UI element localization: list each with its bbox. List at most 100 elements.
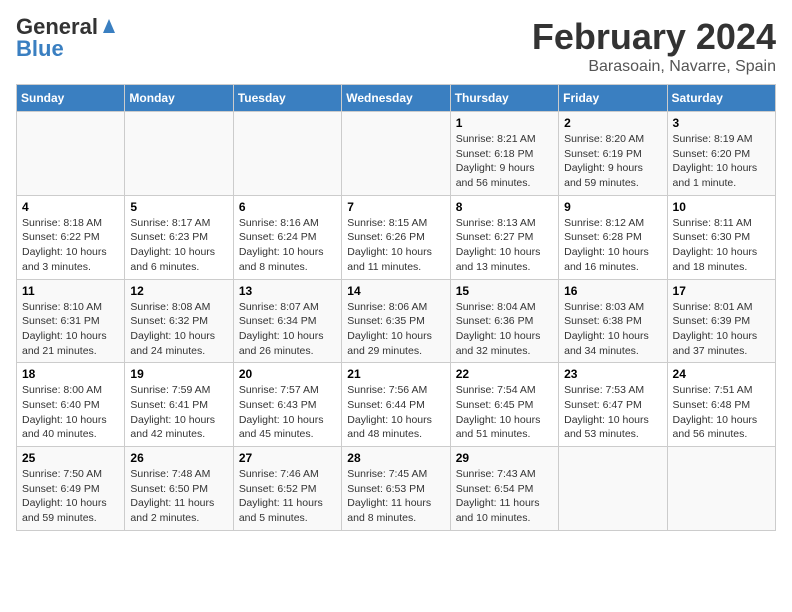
calendar-cell: 6 Sunrise: 8:16 AM Sunset: 6:24 PM Daylig… — [233, 195, 341, 279]
day-number: 9 — [564, 200, 661, 214]
day-info: Sunrise: 8:17 AM Sunset: 6:23 PM Dayligh… — [130, 216, 227, 275]
title-area: February 2024 Barasoain, Navarre, Spain — [532, 16, 776, 76]
day-number: 28 — [347, 451, 444, 465]
day-info: Sunrise: 8:10 AM Sunset: 6:31 PM Dayligh… — [22, 300, 119, 359]
day-info: Sunrise: 8:01 AM Sunset: 6:39 PM Dayligh… — [673, 300, 770, 359]
column-header-saturday: Saturday — [667, 85, 775, 112]
day-number: 11 — [22, 284, 119, 298]
calendar-cell: 25 Sunrise: 7:50 AM Sunset: 6:49 PM Dayli… — [17, 447, 125, 531]
day-info: Sunrise: 8:04 AM Sunset: 6:36 PM Dayligh… — [456, 300, 553, 359]
day-info: Sunrise: 7:48 AM Sunset: 6:50 PM Dayligh… — [130, 467, 227, 526]
day-number: 3 — [673, 116, 770, 130]
column-header-sunday: Sunday — [17, 85, 125, 112]
column-header-tuesday: Tuesday — [233, 85, 341, 112]
day-info: Sunrise: 8:18 AM Sunset: 6:22 PM Dayligh… — [22, 216, 119, 275]
calendar-cell: 1 Sunrise: 8:21 AM Sunset: 6:18 PM Daylig… — [450, 112, 558, 196]
day-number: 8 — [456, 200, 553, 214]
calendar-table: SundayMondayTuesdayWednesdayThursdayFrid… — [16, 84, 776, 531]
day-number: 16 — [564, 284, 661, 298]
column-header-monday: Monday — [125, 85, 233, 112]
day-info: Sunrise: 8:20 AM Sunset: 6:19 PM Dayligh… — [564, 132, 661, 191]
day-info: Sunrise: 7:56 AM Sunset: 6:44 PM Dayligh… — [347, 383, 444, 442]
calendar-cell: 26 Sunrise: 7:48 AM Sunset: 6:50 PM Dayli… — [125, 447, 233, 531]
day-number: 6 — [239, 200, 336, 214]
day-info: Sunrise: 8:07 AM Sunset: 6:34 PM Dayligh… — [239, 300, 336, 359]
day-number: 27 — [239, 451, 336, 465]
day-info: Sunrise: 7:54 AM Sunset: 6:45 PM Dayligh… — [456, 383, 553, 442]
calendar-cell: 27 Sunrise: 7:46 AM Sunset: 6:52 PM Dayli… — [233, 447, 341, 531]
calendar-cell — [342, 112, 450, 196]
calendar-cell: 17 Sunrise: 8:01 AM Sunset: 6:39 PM Dayli… — [667, 279, 775, 363]
day-number: 5 — [130, 200, 227, 214]
calendar-cell: 11 Sunrise: 8:10 AM Sunset: 6:31 PM Dayli… — [17, 279, 125, 363]
calendar-cell: 24Sunrise: 7:51 AM Sunset: 6:48 PM Dayli… — [667, 363, 775, 447]
day-number: 12 — [130, 284, 227, 298]
day-info: Sunrise: 8:08 AM Sunset: 6:32 PM Dayligh… — [130, 300, 227, 359]
calendar-cell — [559, 447, 667, 531]
calendar-cell: 19 Sunrise: 7:59 AM Sunset: 6:41 PM Dayli… — [125, 363, 233, 447]
calendar-cell: 4 Sunrise: 8:18 AM Sunset: 6:22 PM Daylig… — [17, 195, 125, 279]
day-number: 2 — [564, 116, 661, 130]
calendar-cell: 18 Sunrise: 8:00 AM Sunset: 6:40 PM Dayli… — [17, 363, 125, 447]
day-info: Sunrise: 7:57 AM Sunset: 6:43 PM Dayligh… — [239, 383, 336, 442]
logo-general-text: General — [16, 16, 98, 38]
day-number: 17 — [673, 284, 770, 298]
day-info: Sunrise: 8:00 AM Sunset: 6:40 PM Dayligh… — [22, 383, 119, 442]
header-row: SundayMondayTuesdayWednesdayThursdayFrid… — [17, 85, 776, 112]
day-info: Sunrise: 7:50 AM Sunset: 6:49 PM Dayligh… — [22, 467, 119, 526]
day-number: 20 — [239, 367, 336, 381]
day-info: Sunrise: 7:45 AM Sunset: 6:53 PM Dayligh… — [347, 467, 444, 526]
day-info: Sunrise: 8:16 AM Sunset: 6:24 PM Dayligh… — [239, 216, 336, 275]
day-number: 21 — [347, 367, 444, 381]
week-row-5: 25 Sunrise: 7:50 AM Sunset: 6:49 PM Dayli… — [17, 447, 776, 531]
column-header-friday: Friday — [559, 85, 667, 112]
day-number: 7 — [347, 200, 444, 214]
logo-triangle-icon — [99, 15, 119, 35]
week-row-3: 11 Sunrise: 8:10 AM Sunset: 6:31 PM Dayli… — [17, 279, 776, 363]
calendar-cell: 13 Sunrise: 8:07 AM Sunset: 6:34 PM Dayli… — [233, 279, 341, 363]
calendar-cell: 23 Sunrise: 7:53 AM Sunset: 6:47 PM Dayli… — [559, 363, 667, 447]
calendar-cell — [233, 112, 341, 196]
page-subtitle: Barasoain, Navarre, Spain — [532, 58, 776, 76]
week-row-1: 1 Sunrise: 8:21 AM Sunset: 6:18 PM Daylig… — [17, 112, 776, 196]
day-info: Sunrise: 8:19 AM Sunset: 6:20 PM Dayligh… — [673, 132, 770, 191]
day-info: Sunrise: 8:03 AM Sunset: 6:38 PM Dayligh… — [564, 300, 661, 359]
calendar-cell: 15Sunrise: 8:04 AM Sunset: 6:36 PM Dayli… — [450, 279, 558, 363]
day-info: Sunrise: 7:59 AM Sunset: 6:41 PM Dayligh… — [130, 383, 227, 442]
day-info: Sunrise: 8:06 AM Sunset: 6:35 PM Dayligh… — [347, 300, 444, 359]
calendar-cell: 7Sunrise: 8:15 AM Sunset: 6:26 PM Daylig… — [342, 195, 450, 279]
day-number: 23 — [564, 367, 661, 381]
calendar-cell — [667, 447, 775, 531]
logo: General Blue — [16, 16, 119, 60]
day-info: Sunrise: 8:13 AM Sunset: 6:27 PM Dayligh… — [456, 216, 553, 275]
day-number: 29 — [456, 451, 553, 465]
calendar-cell — [17, 112, 125, 196]
day-number: 24 — [673, 367, 770, 381]
calendar-cell: 8 Sunrise: 8:13 AM Sunset: 6:27 PM Daylig… — [450, 195, 558, 279]
calendar-cell: 9Sunrise: 8:12 AM Sunset: 6:28 PM Daylig… — [559, 195, 667, 279]
day-number: 19 — [130, 367, 227, 381]
calendar-cell: 21 Sunrise: 7:56 AM Sunset: 6:44 PM Dayli… — [342, 363, 450, 447]
week-row-4: 18 Sunrise: 8:00 AM Sunset: 6:40 PM Dayli… — [17, 363, 776, 447]
day-number: 10 — [673, 200, 770, 214]
day-info: Sunrise: 7:46 AM Sunset: 6:52 PM Dayligh… — [239, 467, 336, 526]
day-number: 26 — [130, 451, 227, 465]
calendar-cell: 5 Sunrise: 8:17 AM Sunset: 6:23 PM Daylig… — [125, 195, 233, 279]
column-header-wednesday: Wednesday — [342, 85, 450, 112]
day-info: Sunrise: 7:53 AM Sunset: 6:47 PM Dayligh… — [564, 383, 661, 442]
day-info: Sunrise: 7:43 AM Sunset: 6:54 PM Dayligh… — [456, 467, 553, 526]
day-number: 25 — [22, 451, 119, 465]
day-number: 18 — [22, 367, 119, 381]
day-number: 1 — [456, 116, 553, 130]
column-header-thursday: Thursday — [450, 85, 558, 112]
day-number: 4 — [22, 200, 119, 214]
calendar-cell: 29 Sunrise: 7:43 AM Sunset: 6:54 PM Dayli… — [450, 447, 558, 531]
day-info: Sunrise: 8:21 AM Sunset: 6:18 PM Dayligh… — [456, 132, 553, 191]
calendar-cell: 28 Sunrise: 7:45 AM Sunset: 6:53 PM Dayli… — [342, 447, 450, 531]
calendar-cell: 22Sunrise: 7:54 AM Sunset: 6:45 PM Dayli… — [450, 363, 558, 447]
calendar-cell: 12 Sunrise: 8:08 AM Sunset: 6:32 PM Dayli… — [125, 279, 233, 363]
calendar-cell: 10Sunrise: 8:11 AM Sunset: 6:30 PM Dayli… — [667, 195, 775, 279]
logo-blue-text: Blue — [16, 38, 64, 60]
day-number: 13 — [239, 284, 336, 298]
week-row-2: 4 Sunrise: 8:18 AM Sunset: 6:22 PM Daylig… — [17, 195, 776, 279]
